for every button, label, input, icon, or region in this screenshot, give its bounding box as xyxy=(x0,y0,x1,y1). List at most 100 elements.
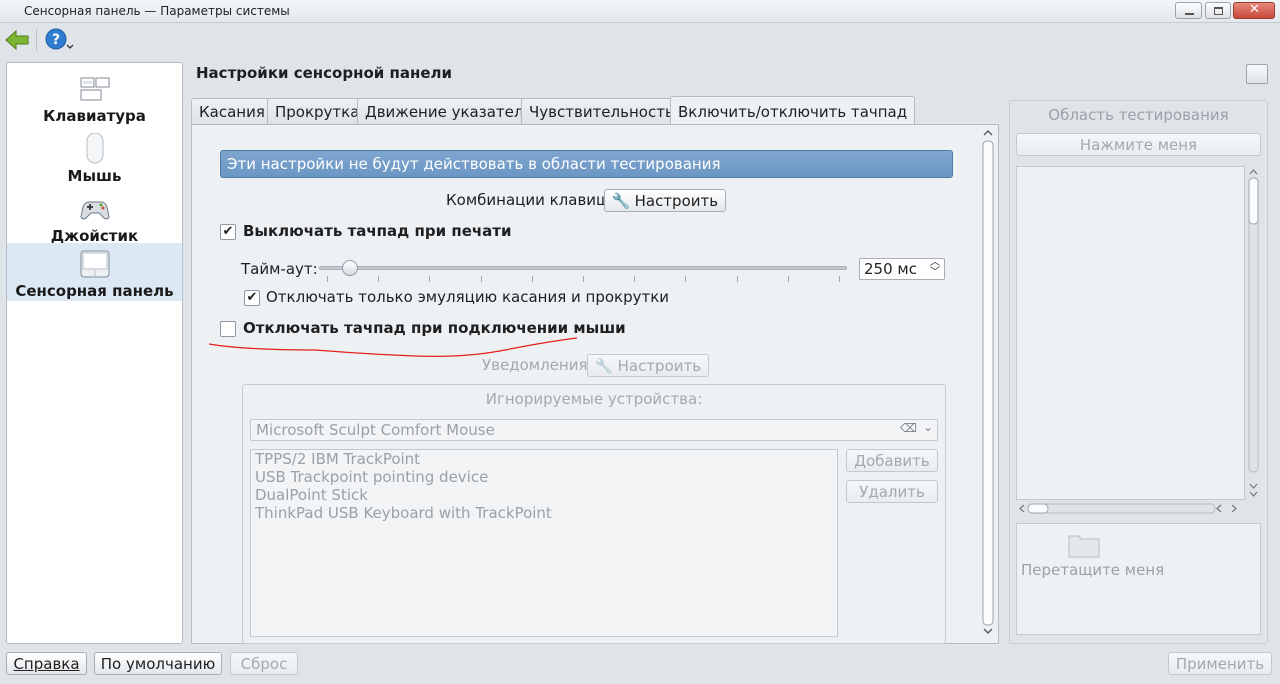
sidebar-item-label: Сенсорная панель xyxy=(15,282,174,300)
configure-shortcuts-button[interactable]: 🔧 Настроить xyxy=(604,189,726,212)
keyboard-icon xyxy=(80,77,110,101)
chevron-down-icon[interactable]: ⌄ xyxy=(923,420,933,434)
sidebar-item-label: Клавиатура xyxy=(43,107,146,125)
sidebar-item-label: Мышь xyxy=(67,167,122,185)
press-me-button[interactable]: Нажмите меня xyxy=(1016,133,1261,156)
ignored-devices-title: Игнорируемые устройства: xyxy=(485,390,703,408)
window-titlebar: Сенсорная панель — Параметры системы ✕ xyxy=(0,0,1280,23)
only-tap-scroll-label: Отключать только эмуляцию касания и прок… xyxy=(266,288,670,306)
slider-tick xyxy=(378,276,380,282)
minimize-icon xyxy=(1185,13,1194,15)
list-item[interactable]: DualPoint Stick xyxy=(255,486,368,504)
apply-button[interactable]: Применить xyxy=(1168,652,1272,675)
tab-label: Прокрутка xyxy=(275,103,360,121)
tab-label: Движение указателя xyxy=(365,103,533,121)
slider-tick xyxy=(787,276,789,282)
timeout-slider-track[interactable] xyxy=(319,266,847,270)
wrench-icon: 🔧 xyxy=(611,192,631,210)
button-label: Нажмите меня xyxy=(1079,136,1198,154)
combo-value: Microsoft Sculpt Comfort Mouse xyxy=(256,421,495,439)
defaults-button[interactable]: По умолчанию xyxy=(94,652,222,675)
tab-label: Чувствительность xyxy=(529,103,674,121)
button-label: Удалить xyxy=(859,483,925,501)
sidebar-item-joystick[interactable]: Джойстик xyxy=(7,189,182,249)
main-scrollbar[interactable] xyxy=(981,127,995,639)
maximize-button[interactable] xyxy=(1205,2,1231,19)
notifications-label: Уведомления: xyxy=(482,356,593,374)
wrench-icon: 🔧 xyxy=(594,357,614,375)
slider-tick xyxy=(327,276,328,282)
maximize-icon xyxy=(1214,7,1223,15)
test-area-title: Область тестирования xyxy=(1048,106,1229,124)
close-button[interactable]: ✕ xyxy=(1233,2,1275,19)
slider-tick xyxy=(480,276,482,282)
help-button[interactable]: Справка xyxy=(6,652,87,675)
tab-pointer-motion[interactable]: Движение указателя xyxy=(357,98,541,125)
timeout-value: 250 мс xyxy=(864,260,917,278)
disable-while-typing-label: Выключать тачпад при печати xyxy=(243,222,512,240)
button-label: Справка xyxy=(13,655,80,673)
tab-label: Включить/отключить тачпад xyxy=(678,103,908,121)
test-list-vscrollbar[interactable] xyxy=(1246,166,1261,500)
slider-tick xyxy=(685,276,687,282)
slider-tick xyxy=(736,276,738,282)
slider-tick xyxy=(583,276,584,282)
touchpad-mini-icon xyxy=(1246,64,1268,84)
list-item[interactable]: ThinkPad USB Keyboard with TrackPoint xyxy=(255,504,552,522)
toolbar-separator xyxy=(36,29,37,51)
button-label: Настроить xyxy=(634,192,719,210)
list-item[interactable]: USB Trackpoint pointing device xyxy=(255,468,488,486)
info-banner: Эти настройки не будут действовать в обл… xyxy=(220,150,953,178)
back-arrow-icon[interactable] xyxy=(4,28,30,52)
minimize-button[interactable] xyxy=(1175,2,1202,19)
close-icon: ✕ xyxy=(1249,2,1260,17)
page-title: Настройки сенсорной панели xyxy=(196,64,453,82)
toolbar: ? xyxy=(0,23,1280,59)
add-device-button[interactable]: Добавить xyxy=(846,449,938,472)
sidebar-item-keyboard[interactable]: Клавиатура xyxy=(7,69,182,129)
help-icon[interactable]: ? xyxy=(44,27,74,53)
disable-while-typing-checkbox[interactable]: ✔ xyxy=(220,224,236,240)
clear-icon[interactable]: ⌫ xyxy=(900,421,917,435)
drag-me-label: Перетащите меня xyxy=(1021,561,1165,579)
tab-taps[interactable]: Касания xyxy=(191,98,273,125)
timeout-label: Тайм-аут: xyxy=(241,260,318,278)
button-label: Сброс xyxy=(240,655,288,673)
checkmark-icon: ✔ xyxy=(246,290,258,305)
test-list-area[interactable] xyxy=(1016,166,1245,500)
svg-text:?: ? xyxy=(52,32,60,48)
checkmark-icon: ✔ xyxy=(222,224,234,239)
configure-notifications-button[interactable]: 🔧 Настроить xyxy=(587,354,709,377)
tab-sensitivity[interactable]: Чувствительность xyxy=(521,98,682,125)
window-title: Сенсорная панель — Параметры системы xyxy=(24,4,290,18)
mouse-icon xyxy=(86,133,104,164)
sidebar-item-mouse[interactable]: Мышь xyxy=(7,129,182,189)
button-label: По умолчанию xyxy=(100,655,216,673)
gamepad-icon xyxy=(80,201,110,220)
timeout-spinbox[interactable]: 250 мс ︿ ﹀ xyxy=(859,258,945,280)
slider-tick xyxy=(839,276,840,282)
button-label: Настроить xyxy=(617,357,702,375)
shortcuts-label: Комбинации клавиш: xyxy=(446,191,615,209)
list-item[interactable]: TPPS/2 IBM TrackPoint xyxy=(255,450,420,468)
tab-label: Касания xyxy=(199,103,265,121)
category-sidebar: Клавиатура Мышь Джойстик Сенсорная панел… xyxy=(6,62,183,644)
slider-tick xyxy=(531,276,533,282)
button-label: Добавить xyxy=(854,452,930,470)
reset-button[interactable]: Сброс xyxy=(230,652,298,675)
folder-icon[interactable] xyxy=(1068,532,1100,558)
slider-tick xyxy=(634,276,636,282)
tab-enable-disable[interactable]: Включить/отключить тачпад xyxy=(670,96,916,124)
touchpad-icon xyxy=(80,250,110,278)
device-combobox[interactable]: Microsoft Sculpt Comfort Mouse ⌫ ⌄ xyxy=(250,419,938,441)
slider-tick xyxy=(429,276,431,282)
device-list[interactable]: TPPS/2 IBM TrackPoint USB Trackpoint poi… xyxy=(250,449,838,637)
remove-device-button[interactable]: Удалить xyxy=(846,480,938,503)
only-tap-scroll-checkbox[interactable]: ✔ xyxy=(244,290,260,306)
drag-area[interactable] xyxy=(1016,523,1261,635)
button-label: Применить xyxy=(1175,655,1265,673)
spin-arrows-icon: ︿ ﹀ xyxy=(930,257,940,278)
test-list-hscrollbar[interactable] xyxy=(1016,500,1245,517)
sidebar-item-touchpad[interactable]: Сенсорная панель xyxy=(7,243,182,301)
tab-scrolling[interactable]: Прокрутка xyxy=(267,98,368,125)
